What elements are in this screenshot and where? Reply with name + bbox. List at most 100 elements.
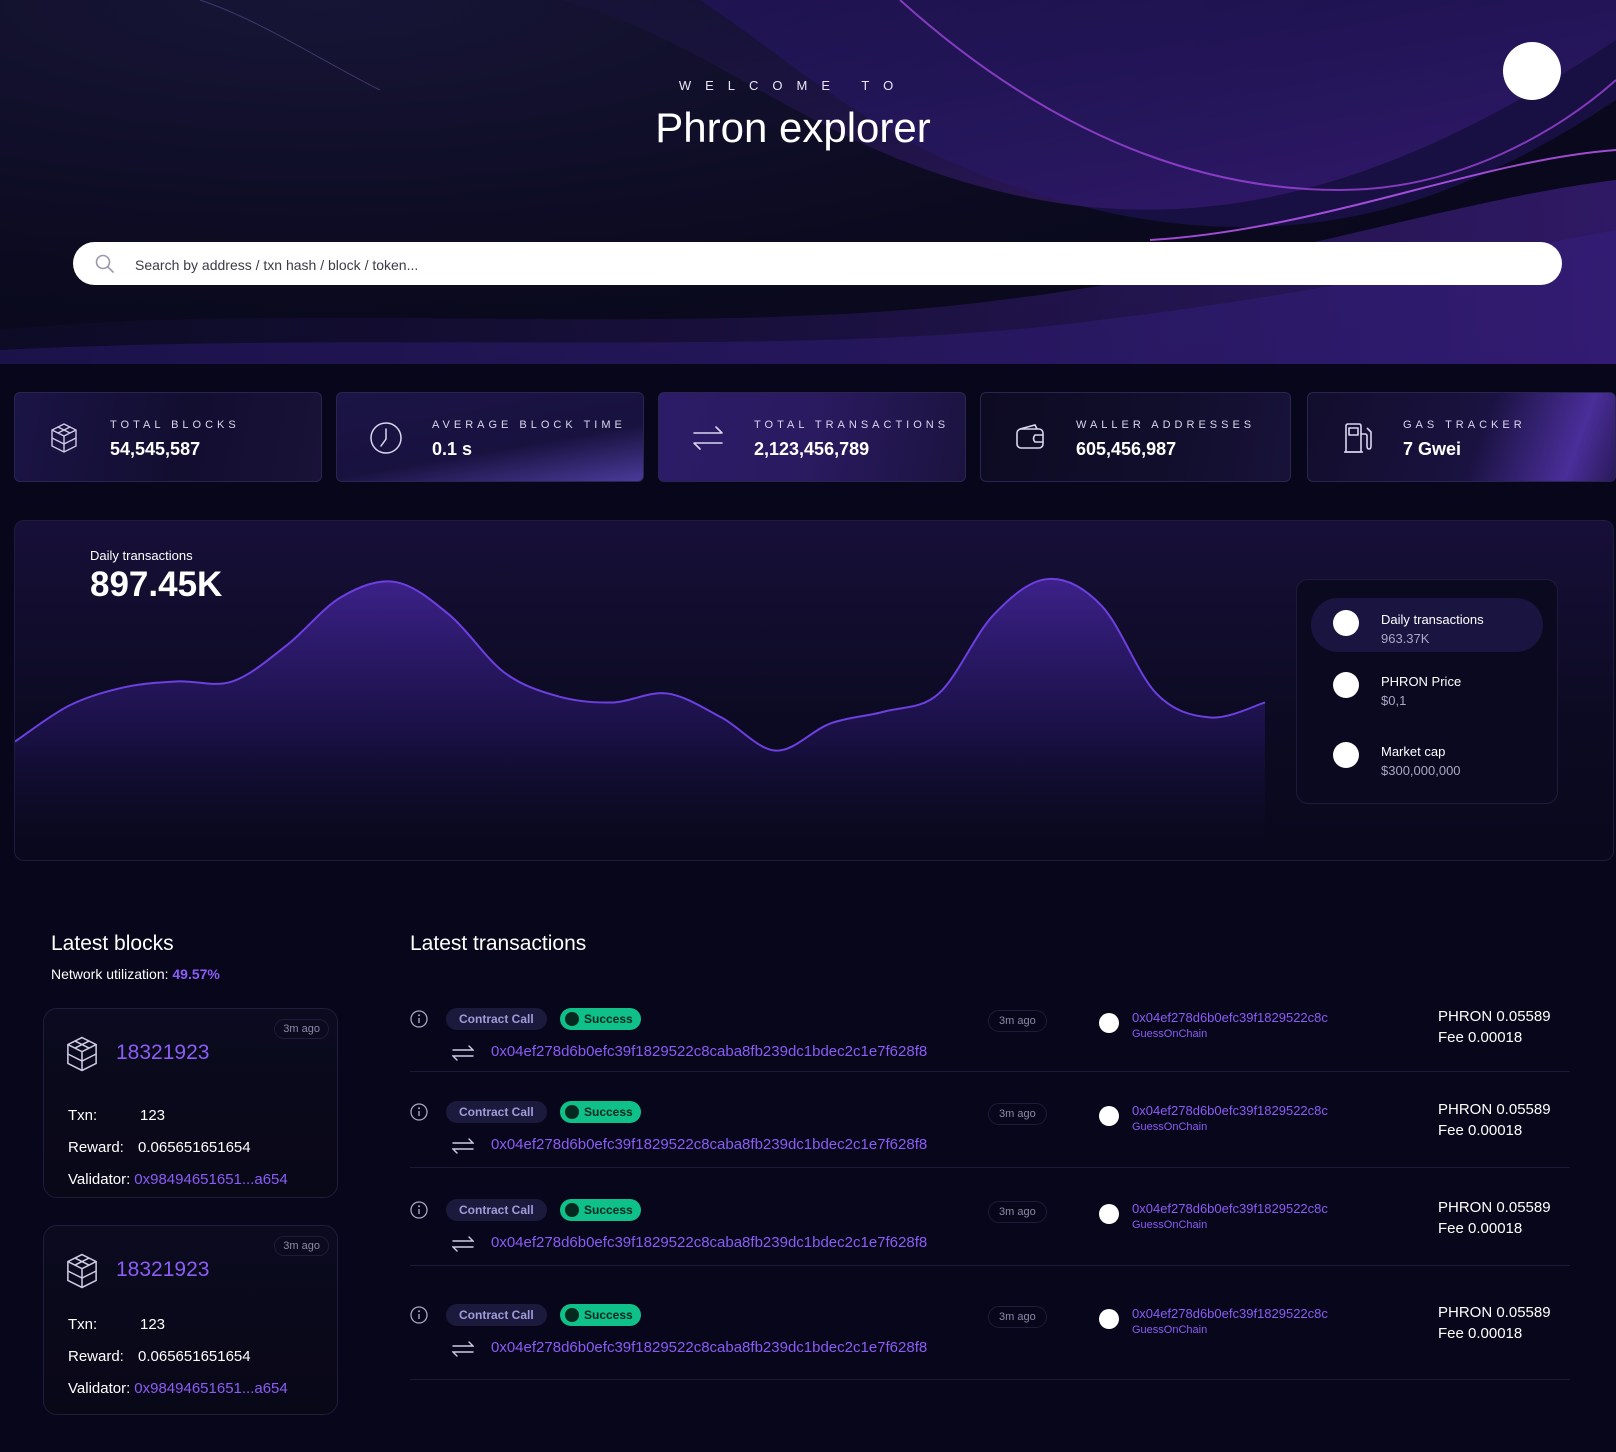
tx-status-label: Success: [584, 1105, 633, 1119]
latest-transactions-title: Latest transactions: [410, 932, 587, 955]
daily-transactions-chart: Daily transactions 897.45K Daily transac…: [14, 520, 1614, 861]
tx-hash-link[interactable]: 0x04ef278d6b0efc39f1829522c8caba8fb239dc…: [491, 1136, 927, 1153]
reward-label: Reward:: [68, 1348, 124, 1365]
chart-label: Daily transactions: [90, 548, 193, 563]
hero-banner: WELCOME TO Phron explorer: [0, 0, 1616, 364]
check-icon: [565, 1203, 579, 1217]
block-card[interactable]: 18321923 3m ago Txn: 123 Reward: 0.0656516…: [43, 1008, 338, 1198]
swap-arrows-icon: [452, 1138, 474, 1154]
block-reward-row: Reward: 0.065651651654: [68, 1139, 251, 1156]
tx-fee: Fee 0.00018: [1438, 1029, 1523, 1046]
legend-item-phron-price[interactable]: PHRON Price $0,1: [1311, 660, 1543, 714]
block-validator-row: Validator: 0x98494651651...a654: [68, 1380, 288, 1397]
check-icon: [565, 1012, 579, 1026]
search-input[interactable]: [133, 242, 1517, 287]
tx-fee: Fee 0.00018: [1438, 1122, 1523, 1139]
legend-title: PHRON Price: [1381, 674, 1462, 689]
search-icon: [95, 254, 114, 273]
tx-status-badge: Success: [560, 1008, 641, 1030]
gas-pump-icon: [1344, 423, 1372, 453]
swap-arrows-icon: [452, 1045, 474, 1061]
stat-label: AVERAGE BLOCK TIME: [432, 419, 626, 431]
tx-address-link[interactable]: 0x04ef278d6b0efc39f1829522c8c: [1132, 1010, 1328, 1025]
block-number-link[interactable]: 18321923: [116, 1258, 209, 1282]
legend-item-market-cap[interactable]: Market cap $300,000,000: [1311, 730, 1543, 784]
info-icon[interactable]: [410, 1103, 428, 1121]
cube-icon: [67, 1036, 97, 1072]
block-age-badge: 3m ago: [274, 1019, 329, 1039]
reward-value: 0.065651651654: [138, 1139, 251, 1156]
txn-label: Txn:: [68, 1107, 98, 1124]
check-icon: [565, 1308, 579, 1322]
stat-gas-tracker: GAS TRACKER 7 Gwei: [1307, 392, 1616, 482]
stat-total-blocks: TOTAL BLOCKS 54,545,587: [14, 392, 322, 482]
tx-address-link[interactable]: 0x04ef278d6b0efc39f1829522c8c: [1132, 1306, 1328, 1321]
reward-value: 0.065651651654: [138, 1348, 251, 1365]
tx-address-tag[interactable]: GuessOnChain: [1132, 1028, 1207, 1040]
address-avatar: [1099, 1204, 1119, 1224]
transaction-row[interactable]: Contract Call Success 0x04ef278d6b0efc39…: [410, 1091, 1570, 1168]
transaction-row[interactable]: Contract Call Success 0x04ef278d6b0efc39…: [410, 1189, 1570, 1266]
network-utilization-value: 49.57%: [172, 966, 220, 982]
address-avatar: [1099, 1106, 1119, 1126]
transaction-row[interactable]: Contract Call Success 0x04ef278d6b0efc39…: [410, 1294, 1570, 1380]
stat-label: TOTAL BLOCKS: [110, 419, 240, 431]
validator-label: Validator:: [68, 1380, 131, 1397]
info-icon[interactable]: [410, 1306, 428, 1324]
page-title: Phron explorer: [655, 104, 931, 151]
legend-dot: [1333, 672, 1359, 698]
chart-value: 897.45K: [90, 565, 223, 604]
stat-label: WALLER ADDRESSES: [1076, 419, 1256, 431]
tx-status-badge: Success: [560, 1101, 641, 1123]
swap-arrows-icon: [452, 1341, 474, 1357]
tx-hash-link[interactable]: 0x04ef278d6b0efc39f1829522c8caba8fb239dc…: [491, 1339, 927, 1356]
txn-value: 123: [140, 1107, 166, 1124]
tx-amount: PHRON 0.05589: [1438, 1101, 1551, 1118]
tx-address-tag[interactable]: GuessOnChain: [1132, 1219, 1207, 1231]
info-icon[interactable]: [410, 1201, 428, 1219]
legend-item-daily-transactions[interactable]: Daily transactions 963.37K: [1311, 598, 1543, 652]
stat-total-transactions: TOTAL TRANSACTIONS 2,123,456,789: [658, 392, 966, 482]
latest-blocks-title: Latest blocks: [51, 932, 174, 955]
tx-age-badge: 3m ago: [988, 1010, 1047, 1032]
stat-average-block-time: AVERAGE BLOCK TIME 0.1 s: [336, 392, 644, 482]
legend-value: 963.37K: [1381, 631, 1430, 646]
tx-hash-link[interactable]: 0x04ef278d6b0efc39f1829522c8caba8fb239dc…: [491, 1234, 927, 1251]
tx-address-tag[interactable]: GuessOnChain: [1132, 1324, 1207, 1336]
tx-fee: Fee 0.00018: [1438, 1220, 1523, 1237]
legend-value: $300,000,000: [1381, 763, 1461, 778]
block-card[interactable]: 18321923 3m ago Txn: 123 Reward: 0.0656516…: [43, 1225, 338, 1415]
stat-wallet-addresses: WALLER ADDRESSES 605,456,987: [980, 392, 1291, 482]
validator-link[interactable]: 0x98494651651...a654: [134, 1171, 287, 1188]
stat-value: 7 Gwei: [1403, 439, 1462, 459]
address-avatar: [1099, 1013, 1119, 1033]
clock-icon: [370, 422, 402, 454]
block-number-link[interactable]: 18321923: [116, 1041, 209, 1065]
tx-status-label: Success: [584, 1203, 633, 1217]
tx-address-link[interactable]: 0x04ef278d6b0efc39f1829522c8c: [1132, 1103, 1328, 1118]
tx-type-badge: Contract Call: [446, 1101, 547, 1123]
cube-icon: [67, 1253, 97, 1289]
info-icon[interactable]: [410, 1010, 428, 1028]
txn-label: Txn:: [68, 1316, 98, 1333]
cube-icon: [51, 423, 77, 453]
tx-hash-link[interactable]: 0x04ef278d6b0efc39f1829522c8caba8fb239dc…: [491, 1043, 927, 1060]
tx-type-badge: Contract Call: [446, 1304, 547, 1326]
legend-dot: [1333, 742, 1359, 768]
transaction-row[interactable]: Contract Call Success 0x04ef278d6b0efc39…: [410, 998, 1570, 1072]
block-txn-row: Txn: 123: [68, 1316, 165, 1333]
validator-link[interactable]: 0x98494651651...a654: [134, 1380, 287, 1397]
chart-area-fill: [15, 578, 1265, 860]
swap-arrows-icon: [452, 1236, 474, 1252]
tx-type-badge: Contract Call: [446, 1008, 547, 1030]
tx-address-link[interactable]: 0x04ef278d6b0efc39f1829522c8c: [1132, 1201, 1328, 1216]
stat-value: 54,545,587: [110, 439, 201, 459]
block-txn-row: Txn: 123: [68, 1107, 165, 1124]
tx-status-label: Success: [584, 1012, 633, 1026]
legend-title: Daily transactions: [1381, 612, 1484, 627]
user-avatar[interactable]: [1503, 42, 1561, 100]
tx-address-tag[interactable]: GuessOnChain: [1132, 1121, 1207, 1133]
check-icon: [565, 1105, 579, 1119]
tx-status-badge: Success: [560, 1304, 641, 1326]
network-utilization: Network utilization: 49.57%: [51, 966, 220, 982]
